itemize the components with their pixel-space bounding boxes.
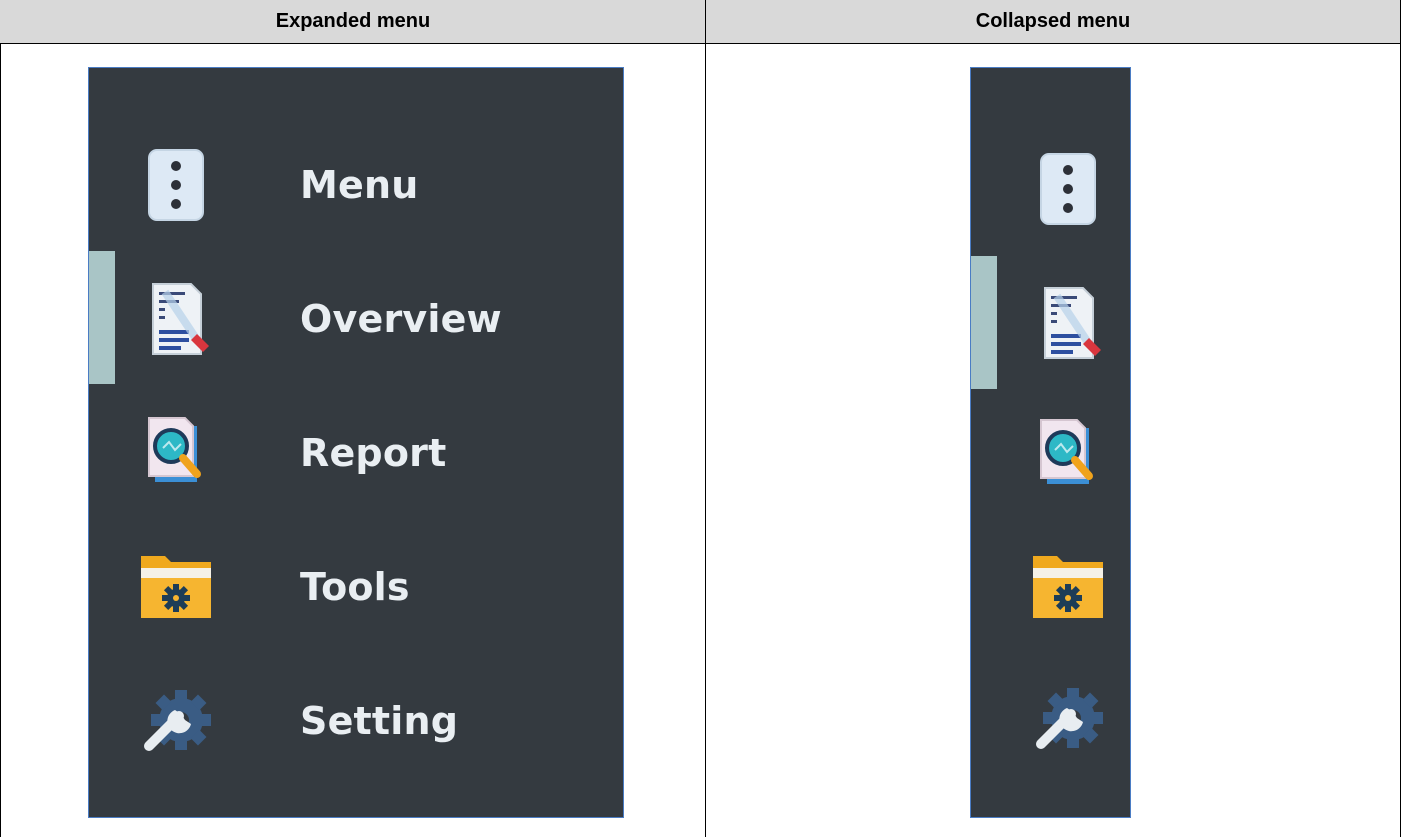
wrench-gear-icon: [1027, 678, 1109, 760]
report-magnifier-icon: [135, 412, 217, 494]
sidebar-item-label-report: Report: [300, 431, 447, 475]
sidebar-item-overview[interactable]: Overview: [89, 264, 623, 374]
sidebar-item-label-overview: Overview: [300, 297, 502, 341]
document-overview-icon: [135, 278, 217, 360]
document-overview-icon: [1027, 282, 1109, 364]
kebab-menu-icon: [135, 144, 217, 226]
sidebar-item-menu[interactable]: Menu: [89, 130, 623, 240]
kebab-menu-icon: [1027, 148, 1109, 230]
sidebar-item-label-setting: Setting: [300, 699, 459, 743]
sidebar-item-menu[interactable]: [971, 134, 1130, 244]
folder-gear-icon: [1027, 546, 1109, 628]
sidebar-item-tools[interactable]: [971, 532, 1130, 642]
wrench-gear-icon: [135, 680, 217, 762]
sidebar-item-setting[interactable]: Setting: [89, 666, 623, 776]
sidebar-item-report[interactable]: [971, 400, 1130, 510]
sidebar-item-tools[interactable]: Tools: [89, 532, 623, 642]
report-magnifier-icon: [1027, 414, 1109, 496]
sidebar-item-label-tools: Tools: [300, 565, 410, 609]
sidebar-item-overview[interactable]: [971, 268, 1130, 378]
column-divider: [705, 0, 706, 837]
expanded-sidebar: Menu Overview Report Tools Setting: [88, 67, 624, 818]
sidebar-item-setting[interactable]: [971, 664, 1130, 774]
header-collapsed: Collapsed menu: [706, 0, 1400, 44]
folder-gear-icon: [135, 546, 217, 628]
sidebar-item-label-menu: Menu: [300, 163, 419, 207]
collapsed-sidebar: [970, 67, 1131, 818]
header-expanded: Expanded menu: [0, 0, 706, 44]
sidebar-item-report[interactable]: Report: [89, 398, 623, 508]
